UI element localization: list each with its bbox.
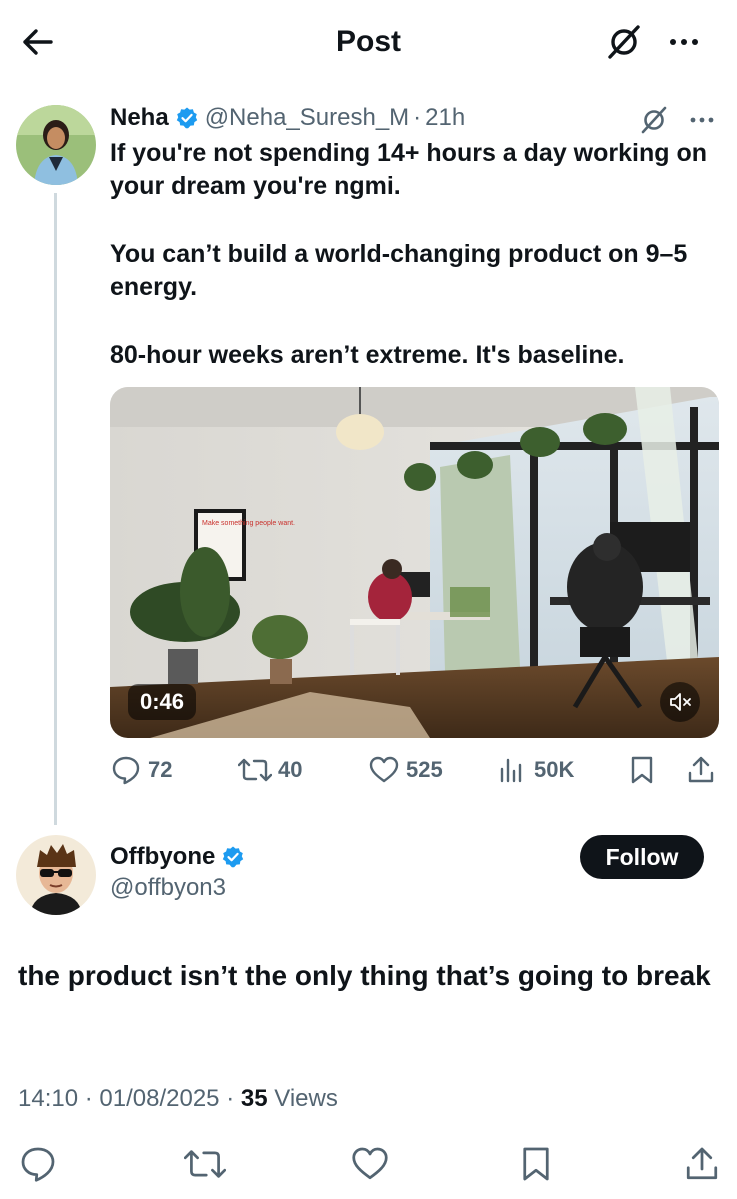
reply-button[interactable]: 72 xyxy=(110,752,172,788)
arrow-left-icon xyxy=(23,29,53,55)
bookmark-button[interactable] xyxy=(516,1144,556,1184)
post-author-row: Neha @Neha_Suresh_M · 21h xyxy=(110,101,465,135)
bookmark-icon xyxy=(523,1147,549,1181)
post-text-line: You can’t build a world-changing product… xyxy=(110,240,688,301)
bar-chart-icon xyxy=(500,758,522,783)
author-handle[interactable]: @Neha_Suresh_M xyxy=(205,104,409,132)
post-time[interactable]: 14:10 xyxy=(18,1085,78,1112)
post-time[interactable]: 21h xyxy=(425,104,465,132)
mute-button[interactable] xyxy=(660,682,700,722)
views-button[interactable]: 50K xyxy=(496,752,574,788)
verified-badge-icon xyxy=(223,846,244,868)
back-button[interactable] xyxy=(18,22,58,62)
share-icon xyxy=(686,1147,718,1180)
reply-author-row: Offbyone xyxy=(110,840,251,874)
verified-badge-icon xyxy=(176,107,197,129)
separator: · xyxy=(84,1085,93,1112)
reply-button[interactable] xyxy=(18,1144,58,1184)
more-horizontal-icon xyxy=(670,39,698,45)
grok-icon xyxy=(608,25,640,59)
avatar[interactable] xyxy=(16,105,96,185)
like-button[interactable]: 525 xyxy=(368,752,443,788)
video-player[interactable]: Make something people want. xyxy=(110,387,719,738)
more-options-button[interactable] xyxy=(664,22,704,62)
author-name[interactable]: Neha xyxy=(110,104,169,132)
separator: · xyxy=(226,1085,235,1112)
heart-icon xyxy=(352,1147,388,1180)
avatar[interactable] xyxy=(16,835,96,915)
like-button[interactable] xyxy=(350,1144,390,1184)
repost-icon xyxy=(184,1150,226,1178)
chat-bubble-icon xyxy=(21,1147,55,1182)
heart-icon xyxy=(369,756,399,783)
share-button[interactable] xyxy=(682,1144,722,1184)
author-name[interactable]: Offbyone xyxy=(110,843,215,871)
share-button[interactable] xyxy=(685,752,723,788)
chat-bubble-icon xyxy=(112,756,140,785)
repost-count: 40 xyxy=(278,757,303,782)
post-text-line: 80-hour weeks aren’t extreme. It's basel… xyxy=(110,341,625,369)
reply-text: the product isn’t the only thing that’s … xyxy=(18,960,711,991)
like-count: 525 xyxy=(406,757,443,782)
reply-count: 72 xyxy=(148,757,173,782)
follow-button[interactable]: Follow xyxy=(580,835,704,879)
thread-line xyxy=(54,193,57,825)
views-count: 50K xyxy=(534,757,575,782)
grok-button[interactable] xyxy=(604,22,644,62)
post-more-button[interactable] xyxy=(686,104,718,136)
views-count: 35 xyxy=(240,1085,268,1112)
poster-text: Make something people want. xyxy=(202,520,295,527)
video-thumbnail: Make something people want. xyxy=(110,387,719,738)
separator: · xyxy=(413,104,422,131)
post-text: If you're not spending 14+ hours a day w… xyxy=(110,137,730,372)
repost-button[interactable]: 40 xyxy=(238,752,302,788)
bookmark-button[interactable] xyxy=(626,752,664,788)
more-horizontal-icon xyxy=(690,117,714,123)
bookmark-icon xyxy=(631,756,653,784)
author-handle[interactable]: @offbyon3 xyxy=(110,874,226,902)
share-icon xyxy=(688,756,714,783)
views-label: Views xyxy=(274,1085,338,1112)
post-date[interactable]: 01/08/2025 xyxy=(99,1085,219,1112)
post-meta: 14:10 · 01/08/2025 · 35 Views xyxy=(18,1085,338,1113)
speaker-muted-icon xyxy=(670,693,691,711)
repost-button[interactable] xyxy=(184,1144,226,1184)
grok-icon xyxy=(641,106,667,134)
video-duration-badge: 0:46 xyxy=(128,684,197,720)
post-text-line: If you're not spending 14+ hours a day w… xyxy=(110,139,707,200)
repost-icon xyxy=(238,758,272,782)
post-grok-button[interactable] xyxy=(638,104,670,136)
